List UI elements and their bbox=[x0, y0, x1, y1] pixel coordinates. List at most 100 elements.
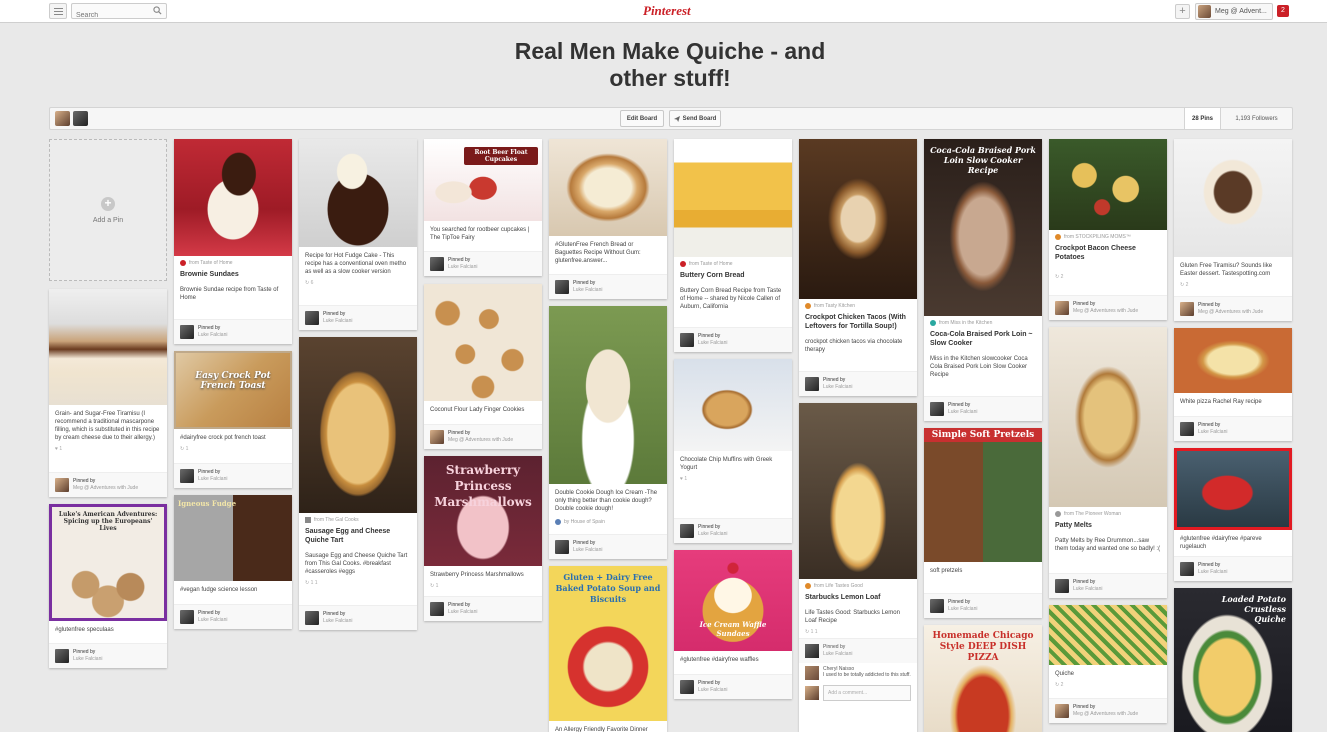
pin-image[interactable]: Loaded Potato Crustless Quiche bbox=[1174, 588, 1292, 732]
pin-card[interactable]: from Taste of Home Brownie Sundaes Brown… bbox=[174, 139, 292, 344]
pinned-by[interactable]: Pinned by Luke Falciani bbox=[799, 371, 917, 396]
pin-card[interactable]: from Life Tastes Good Starbucks Lemon Lo… bbox=[799, 403, 917, 732]
pin-title[interactable]: Patty Melts bbox=[1049, 517, 1167, 532]
pinned-by[interactable]: Pinned by Meg @ Adventures with Jude bbox=[1049, 698, 1167, 723]
pin-image[interactable] bbox=[299, 337, 417, 513]
add-button[interactable]: + bbox=[1175, 4, 1190, 19]
pin-image[interactable] bbox=[1049, 139, 1167, 230]
pin-card[interactable]: Coca-Cola Braised Pork Loin Slow Cooker … bbox=[924, 139, 1042, 421]
pinned-by[interactable]: Pinned by Luke Falciani bbox=[549, 534, 667, 559]
pinned-by[interactable]: Pinned by Luke Falciani bbox=[799, 638, 917, 663]
search-input[interactable] bbox=[72, 8, 148, 23]
pin-image[interactable] bbox=[1174, 328, 1292, 393]
comment-input[interactable]: Add a comment... bbox=[823, 685, 911, 701]
pin-card[interactable]: Easy Crock Pot French Toast #dairyfree c… bbox=[174, 351, 292, 488]
pin-image[interactable] bbox=[1174, 448, 1292, 530]
collaborator-avatar[interactable] bbox=[55, 111, 70, 126]
pin-title[interactable]: Crockpot Chicken Tacos (With Leftovers f… bbox=[799, 309, 917, 333]
pin-image[interactable] bbox=[1049, 327, 1167, 507]
pin-card[interactable]: Strawberry Princess Marshmallows Strawbe… bbox=[424, 456, 542, 621]
followers-count-tab[interactable]: 1,193 Followers bbox=[1220, 108, 1292, 129]
pin-card[interactable]: Igneous Fudge #vegan fudge science lesso… bbox=[174, 495, 292, 629]
pinned-by[interactable]: Pinned by Luke Falciani bbox=[174, 463, 292, 488]
pin-card[interactable]: Gluten + Dairy Free Baked Potato Soup an… bbox=[549, 566, 667, 732]
pin-card[interactable]: #GlutenFree French Bread or Baguettes Re… bbox=[549, 139, 667, 299]
pin-card[interactable]: Recipe for Hot Fudge Cake - This recipe … bbox=[299, 139, 417, 330]
pin-card[interactable]: Chocolate Chip Muffins with Greek Yogurt… bbox=[674, 359, 792, 543]
notifications-badge[interactable]: 2 bbox=[1277, 5, 1289, 17]
pin-source[interactable]: from STOCKPILING MOMS™ bbox=[1049, 230, 1167, 240]
edit-board-button[interactable]: Edit Board bbox=[620, 110, 664, 127]
pinned-by[interactable]: Pinned by Luke Falciani bbox=[1049, 573, 1167, 598]
pin-card[interactable]: Double Cookie Dough Ice Cream -The only … bbox=[549, 306, 667, 559]
pin-card[interactable]: Root Beer Float Cupcakes You searched fo… bbox=[424, 139, 542, 276]
pin-image[interactable] bbox=[1049, 605, 1167, 665]
search-icon[interactable] bbox=[153, 6, 162, 15]
pin-image[interactable] bbox=[1174, 139, 1292, 257]
pinned-by[interactable]: Pinned by Meg @ Adventures with Jude bbox=[424, 424, 542, 449]
pinned-by[interactable]: Pinned by Meg @ Adventures with Jude bbox=[1174, 296, 1292, 321]
pin-source[interactable]: from Taste of Home bbox=[174, 256, 292, 266]
pin-title[interactable]: Buttery Corn Bread bbox=[674, 267, 792, 282]
pin-card[interactable]: Homemade Chicago Style DEEP DISH PIZZA bbox=[924, 625, 1042, 732]
pin-card[interactable]: Simple Soft Pretzels soft pretzels Pinne… bbox=[924, 428, 1042, 618]
pin-card[interactable]: Coconut Flour Lady Finger Cookies Pinned… bbox=[424, 284, 542, 449]
pinned-by[interactable]: Pinned by Luke Falciani bbox=[674, 674, 792, 699]
pin-image[interactable]: Gluten + Dairy Free Baked Potato Soup an… bbox=[549, 566, 667, 721]
pin-title[interactable]: Coca-Cola Braised Pork Loin ~ Slow Cooke… bbox=[924, 326, 1042, 350]
pin-image[interactable] bbox=[549, 306, 667, 484]
pinned-by[interactable]: Pinned by Luke Falciani bbox=[924, 396, 1042, 421]
pinned-by[interactable]: Pinned by Luke Falciani bbox=[424, 251, 542, 276]
pin-image[interactable] bbox=[799, 403, 917, 579]
pin-card[interactable]: from The Pioneer Woman Patty Melts Patty… bbox=[1049, 327, 1167, 598]
pin-card[interactable]: Loaded Potato Crustless Quiche bbox=[1174, 588, 1292, 732]
pin-title[interactable]: Starbucks Lemon Loaf bbox=[799, 589, 917, 604]
pinned-by[interactable]: Pinned by Luke Falciani bbox=[674, 518, 792, 543]
pinned-by[interactable]: Pinned by Meg @ Adventures with Jude bbox=[1049, 295, 1167, 320]
pin-card[interactable]: from Tasty Kitchen Crockpot Chicken Taco… bbox=[799, 139, 917, 396]
pinterest-logo[interactable]: Pinterest bbox=[643, 3, 691, 19]
pin-image[interactable]: Coca-Cola Braised Pork Loin Slow Cooker … bbox=[924, 139, 1042, 316]
pin-source[interactable]: from The Pioneer Woman bbox=[1049, 507, 1167, 517]
pin-source[interactable]: from Taste of Home bbox=[674, 257, 792, 267]
pinned-by[interactable]: Pinned by Luke Falciani bbox=[299, 305, 417, 330]
pinned-by[interactable]: Pinned by Luke Falciani bbox=[924, 593, 1042, 618]
pinned-by[interactable]: Pinned by Luke Falciani bbox=[174, 319, 292, 344]
pin-image[interactable]: Homemade Chicago Style DEEP DISH PIZZA bbox=[924, 625, 1042, 732]
pin-image[interactable] bbox=[674, 359, 792, 451]
pin-image[interactable]: Strawberry Princess Marshmallows bbox=[424, 456, 542, 566]
pin-source[interactable]: from Life Tastes Good bbox=[799, 579, 917, 589]
add-pin-card[interactable]: + Add a Pin bbox=[49, 139, 167, 281]
pin-image[interactable]: Root Beer Float Cupcakes bbox=[424, 139, 542, 221]
pinned-by[interactable]: Pinned by Luke Falciani bbox=[49, 643, 167, 668]
pinned-by[interactable]: Pinned by Luke Falciani bbox=[549, 274, 667, 299]
pin-title[interactable]: Crockpot Bacon Cheese Potatoes bbox=[1049, 240, 1167, 264]
pin-card[interactable]: from Taste of Home Buttery Corn Bread Bu… bbox=[674, 139, 792, 352]
user-menu-button[interactable]: Meg @ Advent... bbox=[1195, 3, 1273, 20]
pin-card[interactable]: Grain- and Sugar-Free Tiramisu (I recomm… bbox=[49, 289, 167, 497]
pin-image[interactable]: Simple Soft Pretzels bbox=[924, 428, 1042, 562]
pins-count-tab[interactable]: 28 Pins bbox=[1184, 108, 1220, 129]
pin-image[interactable] bbox=[674, 139, 792, 257]
pinned-by[interactable]: Pinned by Luke Falciani bbox=[424, 596, 542, 621]
pin-image[interactable] bbox=[174, 139, 292, 256]
pin-image[interactable] bbox=[49, 289, 167, 405]
pin-card[interactable]: Luke's American Adventures: Spicing up t… bbox=[49, 504, 167, 668]
send-board-button[interactable]: Send Board bbox=[669, 110, 721, 127]
pin-card[interactable]: White pizza Rachel Ray recipe Pinned by L… bbox=[1174, 328, 1292, 441]
pin-card[interactable]: from STOCKPILING MOMS™ Crockpot Bacon Ch… bbox=[1049, 139, 1167, 320]
pin-source[interactable]: from The Gal Cooks bbox=[299, 513, 417, 523]
pin-source[interactable]: from Miss in the Kitchen bbox=[924, 316, 1042, 326]
pin-image[interactable] bbox=[424, 284, 542, 401]
pin-card[interactable]: Quiche ↻ 2 Pinned by Meg @ Adventures wit… bbox=[1049, 605, 1167, 723]
pin-image[interactable]: Ice Cream Waffle Sundaes bbox=[674, 550, 792, 651]
pin-card[interactable]: Gluten Free Tiramisu? Sounds like Easter… bbox=[1174, 139, 1292, 321]
pin-source[interactable]: by House of Spain bbox=[549, 515, 667, 525]
pin-image[interactable]: Igneous Fudge bbox=[174, 495, 292, 581]
pin-title[interactable]: Sausage Egg and Cheese Quiche Tart bbox=[299, 523, 417, 547]
pin-title[interactable]: Brownie Sundaes bbox=[174, 266, 292, 281]
pin-image[interactable]: Luke's American Adventures: Spicing up t… bbox=[49, 504, 167, 621]
pin-image[interactable] bbox=[799, 139, 917, 299]
pin-card[interactable]: from The Gal Cooks Sausage Egg and Chees… bbox=[299, 337, 417, 630]
pinned-by[interactable]: Pinned by Luke Falciani bbox=[674, 327, 792, 352]
